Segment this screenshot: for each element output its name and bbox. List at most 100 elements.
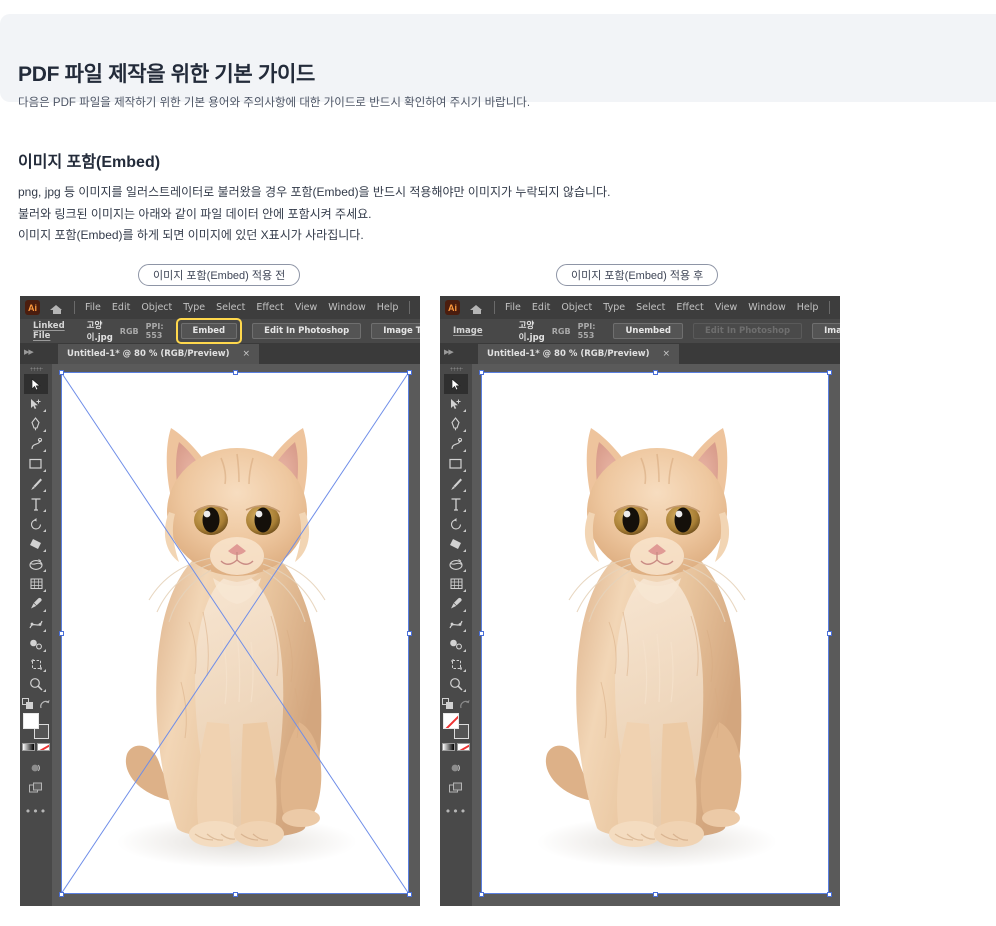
selection-handle[interactable] — [406, 891, 412, 897]
toolbox-more-icon[interactable]: ••• — [445, 805, 467, 818]
selection-handle[interactable] — [478, 891, 484, 897]
canvas-after[interactable] — [472, 364, 840, 906]
embed-button[interactable]: Embed — [180, 323, 238, 339]
close-icon[interactable]: × — [662, 349, 670, 359]
fill-swatch-none[interactable] — [443, 713, 459, 729]
menu-item-help[interactable]: Help — [797, 302, 819, 313]
artboard-tool[interactable] — [444, 654, 468, 674]
menu-item-effect[interactable]: Effect — [676, 302, 703, 313]
selection-handle[interactable] — [652, 369, 658, 375]
menu-item-effect[interactable]: Effect — [256, 302, 283, 313]
selection-handle[interactable] — [478, 369, 484, 375]
selection-tool[interactable] — [444, 374, 468, 394]
selection-tool[interactable] — [24, 374, 48, 394]
screen-mode-icon[interactable] — [444, 778, 468, 798]
type-tool[interactable] — [444, 494, 468, 514]
toolbox-more-icon[interactable]: ••• — [25, 805, 47, 818]
menu-item-view[interactable]: View — [295, 302, 318, 313]
gradient-swatch-icon[interactable] — [442, 743, 455, 751]
pen-tool[interactable] — [444, 414, 468, 434]
curvature-tool[interactable] — [24, 434, 48, 454]
eyedropper-tool[interactable] — [444, 594, 468, 614]
toolbox-grip[interactable] — [29, 367, 43, 371]
perspective-grid-tool[interactable] — [24, 574, 48, 594]
fill-swatch[interactable] — [23, 713, 39, 729]
canvas-before[interactable] — [52, 364, 420, 906]
selection-handle[interactable] — [406, 369, 412, 375]
selection-handle[interactable] — [58, 369, 64, 375]
direct-selection-tool[interactable] — [444, 394, 468, 414]
home-icon[interactable] — [50, 301, 63, 314]
menu-item-window[interactable]: Window — [748, 302, 785, 313]
shape-builder-tool[interactable] — [24, 534, 48, 554]
menu-item-type[interactable]: Type — [603, 302, 625, 313]
selection-handle[interactable] — [826, 891, 832, 897]
rectangle-tool[interactable] — [444, 454, 468, 474]
selection-handle[interactable] — [826, 630, 832, 636]
ppi-label: PPI: 553 — [145, 322, 164, 340]
zoom-tool[interactable] — [24, 674, 48, 694]
selection-handle[interactable] — [826, 369, 832, 375]
artboard-tool[interactable] — [24, 654, 48, 674]
eyedropper-tool[interactable] — [24, 594, 48, 614]
blend-tool[interactable] — [24, 614, 48, 634]
none-swatch-icon[interactable] — [37, 743, 50, 751]
selection-handle[interactable] — [232, 891, 238, 897]
selection-handle[interactable] — [478, 630, 484, 636]
fill-stroke-swatches[interactable] — [23, 713, 49, 739]
none-swatch-icon[interactable] — [457, 743, 470, 751]
gradient-mesh-tool[interactable] — [24, 554, 48, 574]
menu-item-view[interactable]: View — [715, 302, 738, 313]
panel-collapse-icon[interactable]: ▶▶ — [444, 348, 454, 356]
home-icon[interactable] — [470, 301, 483, 314]
menu-item-object[interactable]: Object — [561, 302, 592, 313]
menu-item-object[interactable]: Object — [141, 302, 172, 313]
selection-handle[interactable] — [652, 891, 658, 897]
rotate-tool[interactable] — [444, 514, 468, 534]
menu-item-edit[interactable]: Edit — [112, 302, 130, 313]
gradient-mesh-tool[interactable] — [444, 554, 468, 574]
symbol-sprayer-tool[interactable] — [444, 634, 468, 654]
menu-item-window[interactable]: Window — [328, 302, 365, 313]
panel-collapse-icon[interactable]: ▶▶ — [24, 348, 34, 356]
blend-tool[interactable] — [444, 614, 468, 634]
selection-handle[interactable] — [58, 630, 64, 636]
shape-builder-tool[interactable] — [444, 534, 468, 554]
rotate-tool[interactable] — [24, 514, 48, 534]
paintbrush-tool[interactable] — [444, 474, 468, 494]
document-tab-after[interactable]: Untitled-1* @ 80 % (RGB/Preview) × — [478, 344, 680, 364]
image-trace-button[interactable]: Image Trace — [812, 323, 840, 339]
gradient-swatch-icon[interactable] — [22, 743, 35, 751]
menu-item-select[interactable]: Select — [216, 302, 245, 313]
menu-item-select[interactable]: Select — [636, 302, 665, 313]
pen-tool[interactable] — [24, 414, 48, 434]
drawing-mode-icon[interactable] — [24, 758, 48, 778]
direct-selection-tool[interactable] — [24, 394, 48, 414]
screen-mode-icon[interactable] — [24, 778, 48, 798]
menu-item-type[interactable]: Type — [183, 302, 205, 313]
selection-handle[interactable] — [406, 630, 412, 636]
toolbox-grip[interactable] — [449, 367, 463, 371]
menu-item-edit[interactable]: Edit — [532, 302, 550, 313]
document-tab-before[interactable]: Untitled-1* @ 80 % (RGB/Preview) × — [58, 344, 260, 364]
paintbrush-tool[interactable] — [24, 474, 48, 494]
menu-item-file[interactable]: File — [505, 302, 521, 313]
menu-item-file[interactable]: File — [85, 302, 101, 313]
curvature-tool[interactable] — [444, 434, 468, 454]
perspective-grid-tool[interactable] — [444, 574, 468, 594]
type-tool[interactable] — [24, 494, 48, 514]
edit-in-photoshop-button[interactable]: Edit In Photoshop — [252, 323, 362, 339]
menu-item-help[interactable]: Help — [377, 302, 399, 313]
zoom-tool[interactable] — [444, 674, 468, 694]
fill-stroke-swatches[interactable] — [443, 713, 469, 739]
rectangle-tool[interactable] — [24, 454, 48, 474]
selection-handle[interactable] — [58, 891, 64, 897]
unembed-button[interactable]: Unembed — [613, 323, 683, 339]
close-icon[interactable]: × — [242, 349, 250, 359]
embedded-file-name[interactable]: 고양이.jpg — [519, 319, 545, 343]
selection-handle[interactable] — [232, 369, 238, 375]
drawing-mode-icon[interactable] — [444, 758, 468, 778]
symbol-sprayer-tool[interactable] — [24, 634, 48, 654]
linked-file-name[interactable]: 고양이.jpg — [87, 319, 113, 343]
image-trace-button[interactable]: Image Trace — [371, 323, 420, 339]
